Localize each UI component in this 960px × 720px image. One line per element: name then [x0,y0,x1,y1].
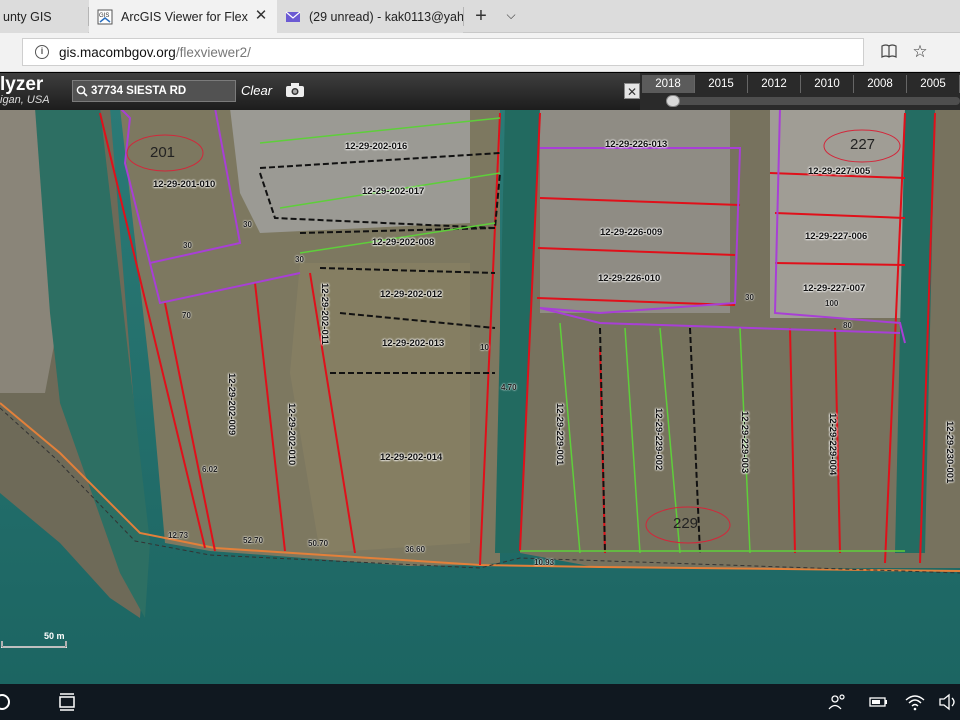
parcel-label: 12-29-229-001 [554,403,565,466]
year-2012-button[interactable]: 2012 [748,75,801,93]
url-path: /flexviewer2/ [175,44,251,60]
dimension-label: 30 [243,220,252,229]
dimension-label: 4.70 [501,383,517,392]
aerial-parcel-map[interactable] [0,73,960,684]
block-number: 201 [150,144,176,161]
vacant-lot [290,263,470,553]
parcel-label: 12-29-202-016 [345,141,408,152]
parcel-label: 12-29-202-009 [226,373,237,436]
parcel-label: 12-29-229-004 [827,413,838,476]
parcel-label: 12-29-201-010 [153,179,216,190]
year-2018-button[interactable]: 2018 [642,75,695,93]
tab-label: unty GIS [3,9,52,24]
year-2008-button[interactable]: 2008 [854,75,907,93]
year-slider-track[interactable] [668,97,960,105]
close-year-slider-icon[interactable]: ✕ [624,83,640,99]
tab-list-chevron-down-icon[interactable]: ⌵ [496,0,526,33]
address-search-input[interactable]: 37734 SIESTA RD [72,80,236,102]
dimension-label: 6.02 [202,465,218,474]
parcel-label: 12-29-226-009 [600,227,663,238]
dimension-label: 30 [183,241,192,250]
app-title: lyzer [0,74,44,95]
favorite-star-icon[interactable]: ☆ [910,42,930,62]
arcgis-viewer-page: 12-29-202-016 12-29-202-017 12-29-202-00… [0,73,960,684]
parcel-label: 12-29-202-012 [380,289,443,300]
reading-view-icon[interactable] [879,42,899,62]
camera-icon[interactable] [285,82,305,98]
parcel-label: 12-29-202-017 [362,186,425,197]
imagery-year-slider: 2018 2015 2012 2010 2008 2005 [640,73,960,110]
dimension-label: 80 [843,321,852,330]
dimension-label: 52.70 [243,536,264,545]
dimension-label: 70 [182,311,191,320]
parcel-label: 12-29-202-010 [286,403,297,466]
block-number: 229 [673,515,699,532]
dimension-label: 100 [825,299,839,308]
parcel-label: 12-29-202-014 [380,452,443,463]
tab-mail[interactable]: (29 unread) - kak0113@yah [277,0,463,33]
parcel-label: 12-29-202-011 [319,283,330,345]
parcel-label: 12-29-226-010 [598,273,661,284]
dimension-label: 36.60 [405,545,426,554]
browser-tab-strip: unty GIS GIS ArcGIS Viewer for Flex ✕ (2… [0,0,960,33]
year-2015-button[interactable]: 2015 [695,75,748,93]
parcel-label: 12-29-227-006 [805,231,868,242]
parcel-label: 12-29-230-001 [944,421,955,484]
task-view-icon[interactable] [57,692,79,712]
dimension-label: 30 [745,293,754,302]
search-icon [76,85,88,97]
search-value: 37734 SIESTA RD [91,85,187,97]
block-number: 227 [850,136,876,153]
dimension-label: 50.70 [308,539,329,548]
battery-icon[interactable] [868,692,890,712]
year-slider-thumb[interactable] [666,95,680,107]
dimension-label: 30 [295,255,304,264]
parcel-label: 12-29-229-002 [653,408,664,471]
windows-taskbar [0,684,960,720]
tab-label: (29 unread) - kak0113@yah [309,9,463,24]
site-info-icon[interactable]: i [35,45,49,59]
close-tab-icon[interactable]: ✕ [253,8,269,24]
parcel-label: 12-29-202-008 [372,237,435,248]
parcel-label: 12-29-229-003 [739,411,750,474]
parcel-label: 12-29-202-013 [382,338,445,349]
parcel-label: 12-29-227-007 [803,283,866,294]
dimension-label: 12.73 [168,531,189,540]
arcgis-favicon-icon: GIS [97,9,113,24]
tab-arcgis-viewer[interactable]: GIS ArcGIS Viewer for Flex ✕ [89,0,277,33]
viewer-header: lyzer igan, USA 37734 SIESTA RD Clear ✕ … [0,73,960,110]
scale-label: 50 m [44,631,65,641]
cortana-circle-icon[interactable] [0,692,14,712]
volume-icon[interactable] [937,692,959,712]
url-field[interactable]: i gis.macombgov.org/flexviewer2/ [22,38,864,66]
new-tab-button[interactable]: + [466,0,496,33]
tab-label: ArcGIS Viewer for Flex [121,9,248,24]
tab-county-gis[interactable]: unty GIS [0,0,88,33]
year-2010-button[interactable]: 2010 [801,75,854,93]
wifi-icon[interactable] [904,692,926,712]
parcel-label: 12-29-227-005 [808,166,871,177]
app-subtitle: igan, USA [0,94,50,106]
clear-button[interactable]: Clear [241,83,272,98]
dimension-label: 10 [480,343,489,352]
year-2005-button[interactable]: 2005 [907,75,960,93]
mail-favicon-icon [285,11,301,22]
parcel-label: 12-29-226-013 [605,139,668,150]
central-houses-area [230,108,470,233]
dimension-label: 10.93 [534,558,555,567]
people-icon[interactable] [827,692,849,712]
tab-separator [463,7,464,26]
address-bar: i gis.macombgov.org/flexviewer2/ ☆ [0,33,960,72]
url-domain: gis.macombgov.org [59,44,176,60]
